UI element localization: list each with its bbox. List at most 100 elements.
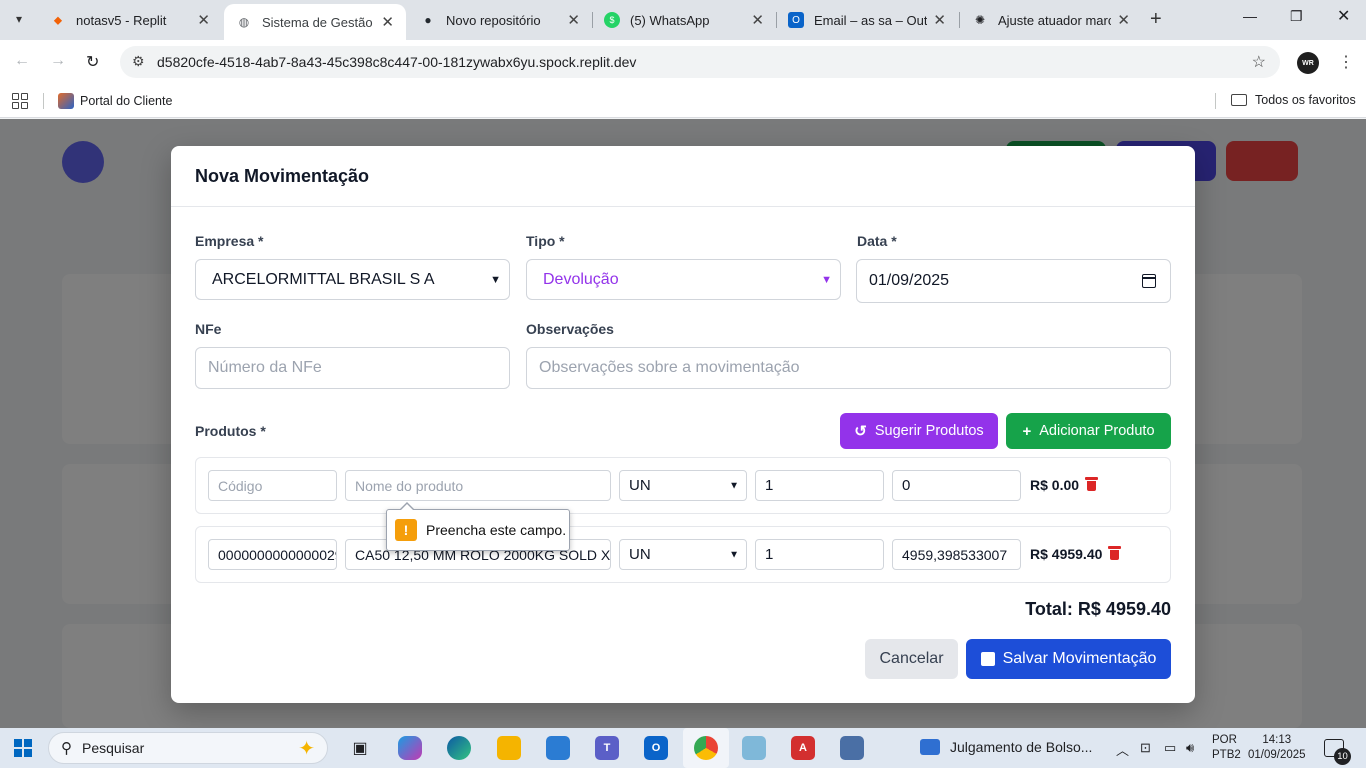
validation-tooltip: ! Preencha este campo.	[386, 502, 570, 551]
store-icon[interactable]	[546, 736, 570, 760]
site-settings-icon[interactable]: ⚙	[132, 53, 145, 70]
network-icon[interactable]: ▭	[1164, 740, 1176, 756]
observacoes-label: Observações	[526, 321, 614, 337]
clock[interactable]: 14:13 01/09/2025	[1248, 733, 1306, 763]
adicionar-produto-button[interactable]: + Adicionar Produto	[1006, 413, 1171, 449]
floppy-disk-icon	[980, 652, 995, 666]
data-date-input[interactable]: 01/09/2025	[856, 259, 1171, 303]
close-tab-icon[interactable]: ✕	[751, 11, 764, 29]
teams-icon[interactable]: T	[595, 736, 619, 760]
cancel-button[interactable]: Cancelar	[865, 639, 958, 679]
meet-icon[interactable]: ⊡	[1140, 740, 1151, 756]
close-tab-icon[interactable]: ✕	[1117, 11, 1130, 29]
close-tab-icon[interactable]: ✕	[933, 11, 946, 29]
windows-start-icon[interactable]	[14, 739, 32, 757]
whatsapp-icon: $	[604, 12, 620, 28]
product-row: Código Nome do produto UN ▼ 1 0 R$ 0.00	[195, 457, 1171, 514]
trash-icon[interactable]	[1085, 477, 1098, 491]
copilot-sparkle-icon: ✦	[298, 738, 315, 760]
forward-arrow-icon[interactable]: →	[50, 52, 66, 70]
tab-sistema-gestao[interactable]: ◍ Sistema de Gestão de ✕	[224, 4, 406, 40]
product-unit-select[interactable]: UN ▼	[619, 470, 747, 501]
bookmark-separator	[1215, 93, 1216, 109]
product-unit-select[interactable]: UN ▼	[619, 539, 747, 570]
edge-icon[interactable]	[447, 736, 471, 760]
calendar-icon[interactable]	[1142, 274, 1156, 288]
empresa-select[interactable]: ARCELORMITTAL BRASIL S A ▼	[195, 259, 510, 300]
modal-header: Nova Movimentação	[171, 146, 1195, 207]
search-icon: ⚲	[61, 740, 72, 757]
nfe-input[interactable]: Número da NFe	[195, 347, 510, 389]
close-tab-icon[interactable]: ✕	[381, 13, 394, 31]
task-view-icon[interactable]: ▣	[348, 736, 372, 760]
nova-movimentacao-modal: Nova Movimentação Empresa * ARCELORMITTA…	[171, 146, 1195, 703]
github-icon: ●	[424, 13, 432, 27]
product-name-input[interactable]: Nome do produto	[345, 470, 611, 501]
tab-whatsapp[interactable]: $ (5) WhatsApp ✕	[592, 0, 776, 40]
tipo-select[interactable]: Devolução ▼	[526, 259, 841, 300]
close-tab-icon[interactable]: ✕	[197, 11, 210, 29]
windows-taskbar: ⚲ Pesquisar ✦ ▣ T O A Julgamento de Bols…	[0, 728, 1366, 768]
remote-desktop-icon[interactable]	[840, 736, 864, 760]
product-code-input[interactable]: Código	[208, 470, 337, 501]
restore-icon[interactable]: ❐	[1290, 8, 1303, 25]
close-window-icon[interactable]: ✕	[1337, 6, 1350, 26]
tab-replit[interactable]: ⬥ notasv5 - Replit ✕	[38, 0, 222, 40]
copilot-icon[interactable]	[398, 736, 422, 760]
tab-chatgpt[interactable]: ✺ Ajuste atuador march ✕	[960, 0, 1142, 40]
address-bar[interactable]: ⚙ d5820cfe-4518-4ab7-8a43-45c398c8c447-0…	[120, 46, 1280, 78]
profile-avatar[interactable]: WR	[1297, 52, 1319, 74]
chrome-icon[interactable]	[694, 736, 718, 760]
product-row: 00000000000000298 CA50 12,50 MM ROLO 200…	[195, 526, 1171, 583]
warning-icon: !	[395, 519, 417, 541]
nfe-label: NFe	[195, 321, 222, 337]
all-bookmarks[interactable]: Todos os favoritos	[1231, 93, 1356, 107]
notes-app-icon[interactable]	[742, 736, 766, 760]
file-explorer-icon[interactable]	[497, 736, 521, 760]
chevron-down-icon: ▼	[821, 273, 832, 286]
product-subtotal: R$ 4959.40	[1030, 546, 1103, 562]
news-icon	[920, 739, 940, 755]
empresa-label: Empresa *	[195, 233, 264, 249]
product-quantity-input[interactable]: 1	[755, 470, 884, 501]
total-amount: Total: R$ 4959.40	[1025, 599, 1171, 619]
bookmark-star-icon[interactable]: ☆	[1252, 52, 1266, 72]
bookmark-portal-cliente[interactable]: Portal do Cliente	[58, 93, 172, 109]
observacoes-input[interactable]: Observações sobre a movimentação	[526, 347, 1171, 389]
chevron-down-icon: ▼	[729, 549, 739, 560]
sugerir-produtos-button[interactable]: ↺ Sugerir Produtos	[840, 413, 998, 449]
product-price-input[interactable]: 0	[892, 470, 1021, 501]
outlook-icon[interactable]: O	[644, 736, 668, 760]
data-label: Data *	[857, 233, 897, 249]
input-language[interactable]: POR PTB2	[1212, 733, 1241, 763]
plus-icon: +	[1022, 422, 1032, 440]
volume-icon[interactable]: 🔊︎	[1186, 740, 1194, 756]
minimize-icon[interactable]: —	[1243, 8, 1257, 24]
product-subtotal: R$ 0.00	[1030, 477, 1080, 493]
new-tab-plus-icon[interactable]: +	[1150, 8, 1162, 31]
save-movimentacao-button[interactable]: Salvar Movimentação	[966, 639, 1171, 679]
taskbar-search[interactable]: ⚲ Pesquisar ✦	[48, 732, 328, 764]
menu-kebab-icon[interactable]: ⋮	[1338, 52, 1354, 72]
outlook-icon: O	[788, 12, 804, 28]
pdf-reader-icon[interactable]: A	[791, 736, 815, 760]
browser-toolbar: ← → ↻ ⚙ d5820cfe-4518-4ab7-8a43-45c398c8…	[0, 40, 1366, 84]
reload-icon[interactable]: ↻	[86, 52, 99, 72]
notifications-badge: 10	[1334, 748, 1351, 765]
chevron-down-icon: ▼	[490, 273, 501, 286]
apps-grid-icon[interactable]	[12, 93, 28, 109]
tab-search-chevron-icon[interactable]: ▾	[6, 6, 32, 32]
tipo-label: Tipo *	[526, 233, 565, 249]
produtos-label: Produtos *	[195, 423, 266, 439]
back-arrow-icon[interactable]: ←	[14, 52, 30, 70]
trash-icon[interactable]	[1108, 546, 1121, 560]
product-code-input[interactable]: 00000000000000298	[208, 539, 337, 570]
news-widget[interactable]: Julgamento de Bolso...	[920, 739, 1092, 755]
product-quantity-input[interactable]: 1	[755, 539, 884, 570]
close-tab-icon[interactable]: ✕	[567, 11, 580, 29]
product-price-input[interactable]: 4959,398533007	[892, 539, 1021, 570]
show-hidden-icons-chevron-icon[interactable]: ︿	[1116, 740, 1129, 759]
tab-outlook[interactable]: O Email – as sa – Outlo ✕	[776, 0, 958, 40]
url-text: d5820cfe-4518-4ab7-8a43-45c398c8c447-00-…	[157, 54, 637, 70]
tab-github[interactable]: ● Novo repositório ✕	[408, 0, 592, 40]
